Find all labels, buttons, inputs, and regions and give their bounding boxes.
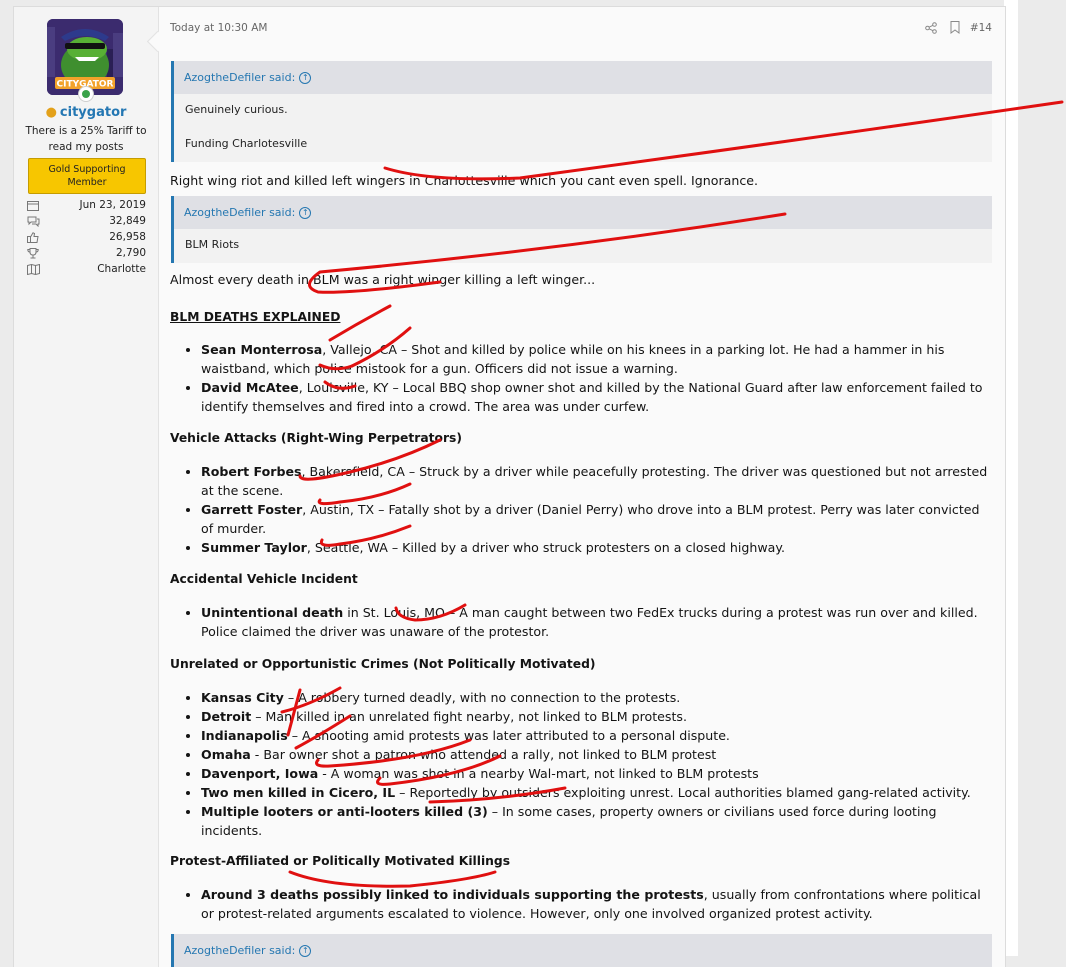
quote-author[interactable]: AzogtheDefiler said: xyxy=(184,944,295,957)
user-pane: CITYGATOR ● citygator There is a 25% Tari… xyxy=(14,7,159,967)
list-item: Unintentional death in St. Louis, MO – A… xyxy=(201,603,992,641)
item-text: - A woman was shot in a nearby Wal-mart,… xyxy=(318,766,759,781)
item-text: , Bakersfield, CA – Struck by a driver w… xyxy=(201,464,988,498)
reply-text: Right wing riot and killed left wingers … xyxy=(170,173,758,188)
list-item: Around 3 deaths possibly linked to indiv… xyxy=(201,885,992,923)
user-banner: Gold Supporting Member xyxy=(28,158,146,194)
item-name: Sean Monterrosa xyxy=(201,342,323,357)
item-name: Detroit xyxy=(201,709,252,724)
item-name: Kansas City xyxy=(201,690,284,705)
item-name: David McAtee xyxy=(201,380,299,395)
item-text: , Louisville, KY – Local BBQ shop owner … xyxy=(201,380,983,414)
item-name: Davenport, Iowa xyxy=(201,766,319,781)
list-item: Multiple looters or anti-looters killed … xyxy=(201,802,992,840)
stat-reactions: 26,958 xyxy=(27,229,146,245)
list-item: Summer Taylor, Seattle, WA – Killed by a… xyxy=(201,538,992,557)
medal-icon: ● xyxy=(45,105,57,120)
item-text: – A robbery turned deadly, with no conne… xyxy=(283,690,681,705)
quote-block: AzogtheDefiler said: ↑ Genuinely curious.… xyxy=(171,61,992,162)
map-icon xyxy=(27,264,40,275)
quote-block: AzogtheDefiler said: ↑ BLM Riots xyxy=(171,196,992,263)
list-item: Two men killed in Cicero, IL – Reportedl… xyxy=(201,783,992,802)
death-list: Robert Forbes, Bakersfield, CA – Struck … xyxy=(170,462,992,557)
quote-line: BLM Riots xyxy=(185,238,240,251)
item-name: Omaha xyxy=(201,747,251,762)
stat-joined-value: Jun 23, 2019 xyxy=(79,199,146,211)
stat-location: Charlotte xyxy=(27,261,146,277)
quote-line: Funding Charlotesville xyxy=(185,137,308,150)
item-text: , Austin, TX – Fatally shot by a driver … xyxy=(201,502,980,536)
item-name: Robert Forbes xyxy=(201,464,302,479)
reply-text: Almost every death in BLM was a right wi… xyxy=(170,272,596,287)
item-text: – Reportedly by outsiders exploiting unr… xyxy=(395,785,971,800)
stat-messages-value: 32,849 xyxy=(109,215,146,227)
calendar-icon xyxy=(27,201,39,211)
death-list: Unintentional death in St. Louis, MO – A… xyxy=(170,603,992,641)
item-name: Unintentional death xyxy=(201,605,344,620)
section-heading: Protest-Affiliated or Politically Motiva… xyxy=(170,854,511,868)
section-heading: Accidental Vehicle Incident xyxy=(170,572,358,586)
messages-icon xyxy=(27,216,40,227)
list-item: Garrett Foster, Austin, TX – Fatally sho… xyxy=(201,500,992,538)
username-link[interactable]: ● citygator xyxy=(14,105,158,120)
item-name: Indianapolis xyxy=(201,728,288,743)
share-icon[interactable] xyxy=(925,22,937,34)
user-title: There is a 25% Tariff to read my posts xyxy=(25,125,147,153)
page-right-edge xyxy=(1004,0,1018,956)
section-heading: Vehicle Attacks (Right-Wing Perpetrators… xyxy=(170,431,462,445)
item-name: Summer Taylor xyxy=(201,540,307,555)
list-item: Kansas City – A robbery turned deadly, w… xyxy=(201,688,992,707)
item-name: Garrett Foster xyxy=(201,502,303,517)
post-main: Today at 10:30 AM #14 AzogtheDefiler sai… xyxy=(170,7,992,967)
online-status-badge xyxy=(78,86,94,102)
quote-line: Genuinely curious. xyxy=(185,103,288,116)
list-item: Davenport, Iowa - A woman was shot in a … xyxy=(201,764,992,783)
stat-points: 2,790 xyxy=(27,245,146,261)
post-header: Today at 10:30 AM #14 xyxy=(170,7,992,49)
post-number[interactable]: #14 xyxy=(970,22,992,34)
item-name: Two men killed in Cicero, IL xyxy=(201,785,396,800)
bookmark-icon[interactable] xyxy=(950,21,960,34)
user-stats: Jun 23, 2019 32,849 26,958 2,790 Charlot… xyxy=(27,197,146,277)
quote-header[interactable]: AzogtheDefiler said: ↑ xyxy=(174,61,992,94)
section-title: BLM DEATHS EXPLAINED xyxy=(170,310,341,324)
list-item: Indianapolis – A shooting amid protests … xyxy=(201,726,992,745)
quote-header[interactable]: AzogtheDefiler said: ↑ xyxy=(174,934,992,967)
stat-messages: 32,849 xyxy=(27,213,146,229)
stat-points-value: 2,790 xyxy=(115,247,146,259)
death-list: Sean Monterrosa, Vallejo, CA – Shot and … xyxy=(170,340,992,416)
quote-author[interactable]: AzogtheDefiler said: xyxy=(184,71,295,84)
item-text: – A shooting amid protests was later att… xyxy=(287,728,730,743)
list-item: David McAtee, Louisville, KY – Local BBQ… xyxy=(201,378,992,416)
forum-post: CITYGATOR ● citygator There is a 25% Tari… xyxy=(13,6,1006,967)
item-name: Around 3 deaths possibly linked to indiv… xyxy=(201,887,704,902)
item-text: , Seattle, WA – Killed by a driver who s… xyxy=(306,540,786,555)
list-item: Robert Forbes, Bakersfield, CA – Struck … xyxy=(201,462,992,500)
quote-block: AzogtheDefiler said: ↑ xyxy=(171,934,992,967)
death-list: Around 3 deaths possibly linked to indiv… xyxy=(170,885,992,923)
stat-joined: Jun 23, 2019 xyxy=(27,197,146,213)
list-item: Omaha - Bar owner shot a patron who atte… xyxy=(201,745,992,764)
section-heading: Unrelated or Opportunistic Crimes (Not P… xyxy=(170,657,596,671)
quote-author[interactable]: AzogtheDefiler said: xyxy=(184,206,295,219)
expand-quote-icon[interactable]: ↑ xyxy=(299,945,312,957)
quote-header[interactable]: AzogtheDefiler said: ↑ xyxy=(174,196,992,229)
stat-location-value: Charlotte xyxy=(97,263,146,275)
expand-quote-icon[interactable]: ↑ xyxy=(299,207,312,219)
post-timestamp[interactable]: Today at 10:30 AM xyxy=(170,22,267,34)
expand-quote-icon[interactable]: ↑ xyxy=(299,72,312,84)
thumbs-up-icon xyxy=(27,232,39,243)
stat-reactions-value: 26,958 xyxy=(109,231,146,243)
list-item: Sean Monterrosa, Vallejo, CA – Shot and … xyxy=(201,340,992,378)
item-text: - Bar owner shot a patron who attended a… xyxy=(250,747,717,762)
death-list: Kansas City – A robbery turned deadly, w… xyxy=(170,688,992,840)
item-text: – Man killed in an unrelated fight nearb… xyxy=(251,709,687,724)
trophy-icon xyxy=(27,248,39,259)
list-item: Detroit – Man killed in an unrelated fig… xyxy=(201,707,992,726)
item-name: Multiple looters or anti-looters killed … xyxy=(201,804,488,819)
username[interactable]: citygator xyxy=(60,105,127,120)
avatar[interactable]: CITYGATOR xyxy=(47,19,123,95)
